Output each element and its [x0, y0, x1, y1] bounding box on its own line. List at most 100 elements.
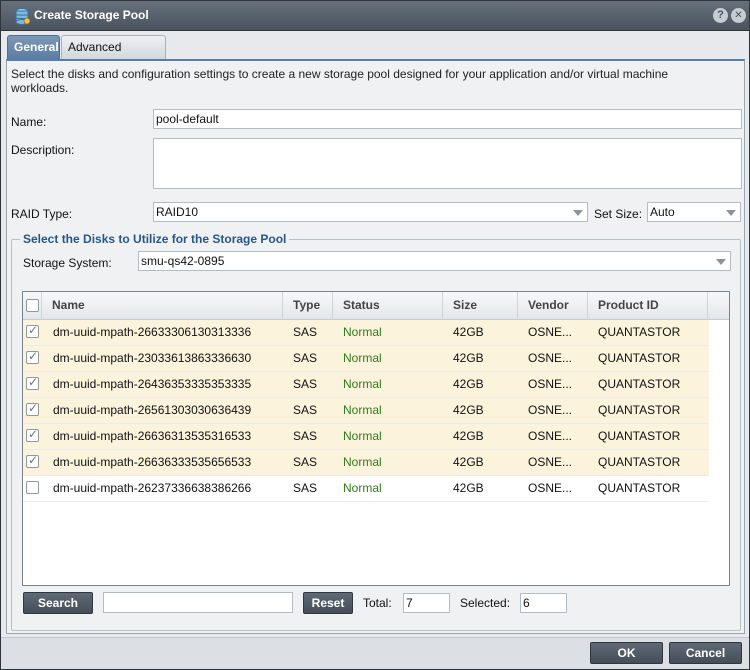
cell-product-id: QUANTASTOR [598, 325, 681, 339]
cell-type: SAS [293, 403, 318, 417]
intro-text: Select the disks and configuration setti… [11, 67, 669, 95]
selected-label: Selected: [460, 596, 511, 610]
cell-product-id: QUANTASTOR [598, 377, 681, 391]
create-storage-pool-dialog: Create Storage Pool ? ✕ General Advanced… [0, 0, 750, 670]
cell-type: SAS [293, 377, 318, 391]
row-checkbox[interactable] [26, 427, 39, 442]
cell-size: 42GB [453, 377, 484, 391]
cell-status: Normal [343, 429, 382, 443]
storage-system-select[interactable]: smu-qs42-0895 [138, 251, 731, 271]
cell-size: 42GB [453, 455, 484, 469]
cell-product-id: QUANTASTOR [598, 351, 681, 365]
cell-status: Normal [343, 351, 382, 365]
storage-system-value: smu-qs42-0895 [141, 254, 225, 268]
disk-grid: Name Type Status Size Vendor Product ID … [22, 291, 730, 586]
cell-name: dm-uuid-mpath-26636333535656533 [53, 455, 252, 469]
grid-header: Name Type Status Size Vendor Product ID [23, 292, 729, 320]
cell-status: Normal [343, 403, 382, 417]
cell-status: Normal [343, 377, 382, 391]
column-header-name[interactable]: Name [42, 292, 283, 320]
help-icon[interactable]: ? [713, 8, 728, 23]
total-label: Total: [363, 596, 392, 610]
cell-name: dm-uuid-mpath-26636313535316533 [53, 429, 252, 443]
search-button[interactable]: Search [23, 592, 93, 614]
cell-size: 42GB [453, 351, 484, 365]
dialog-footer: OK Cancel [1, 637, 749, 669]
cell-vendor: OSNE... [528, 403, 573, 417]
description-label: Description: [11, 143, 75, 157]
close-icon[interactable]: ✕ [731, 8, 746, 23]
cell-status: Normal [343, 325, 382, 339]
cell-vendor: OSNE... [528, 481, 573, 495]
row-checkbox[interactable] [26, 375, 39, 390]
storage-pool-icon [15, 8, 30, 25]
cell-status: Normal [343, 481, 382, 495]
column-header-vendor[interactable]: Vendor [518, 292, 588, 320]
title-bar[interactable]: Create Storage Pool ? ✕ [1, 1, 749, 31]
set-size-value: Auto [650, 205, 675, 219]
row-checkbox[interactable] [26, 453, 39, 468]
reset-button[interactable]: Reset [303, 592, 353, 614]
tab-advanced-settings[interactable]: Advanced Settings [61, 35, 166, 77]
general-panel: Select the disks and configuration setti… [6, 59, 745, 634]
cancel-button[interactable]: Cancel [669, 642, 742, 664]
set-size-label: Set Size: [594, 207, 643, 221]
raid-type-value: RAID10 [156, 205, 199, 219]
table-row[interactable]: dm-uuid-mpath-26237336638386266 SAS Norm… [23, 476, 709, 502]
description-field[interactable] [153, 138, 742, 189]
search-input[interactable] [103, 592, 293, 613]
table-row[interactable]: dm-uuid-mpath-23033613863336630 SAS Norm… [23, 346, 709, 372]
cell-type: SAS [293, 351, 318, 365]
storage-system-label: Storage System: [23, 256, 112, 270]
cell-product-id: QUANTASTOR [598, 455, 681, 469]
cell-name: dm-uuid-mpath-26633306130313336 [53, 325, 252, 339]
cell-vendor: OSNE... [528, 351, 573, 365]
table-row[interactable]: dm-uuid-mpath-26633306130313336 SAS Norm… [23, 320, 709, 346]
row-checkbox[interactable] [26, 401, 39, 416]
cell-size: 42GB [453, 325, 484, 339]
cell-product-id: QUANTASTOR [598, 481, 681, 495]
raid-type-label: RAID Type: [11, 207, 73, 221]
select-all-cell [23, 292, 42, 320]
set-size-select[interactable]: Auto [647, 202, 741, 222]
disk-selection-legend: Select the Disks to Utilize for the Stor… [20, 232, 290, 246]
column-header-type[interactable]: Type [283, 292, 333, 320]
dialog-title: Create Storage Pool [34, 8, 149, 22]
cell-size: 42GB [453, 403, 484, 417]
select-all-checkbox[interactable] [26, 299, 39, 312]
cell-vendor: OSNE... [528, 429, 573, 443]
cell-status: Normal [343, 455, 382, 469]
selected-field [520, 593, 567, 613]
cell-name: dm-uuid-mpath-26561303030636439 [53, 403, 252, 417]
ok-button[interactable]: OK [590, 642, 663, 664]
table-row[interactable]: dm-uuid-mpath-26561303030636439 SAS Norm… [23, 398, 709, 424]
row-checkbox[interactable] [26, 481, 39, 494]
column-header-status[interactable]: Status [333, 292, 443, 320]
cell-name: dm-uuid-mpath-26436353335353335 [53, 377, 252, 391]
table-row[interactable]: dm-uuid-mpath-26636313535316533 SAS Norm… [23, 424, 709, 450]
row-checkbox[interactable] [26, 323, 39, 338]
chevron-down-icon [573, 210, 583, 216]
cell-type: SAS [293, 455, 318, 469]
disk-selection-group: Select the Disks to Utilize for the Stor… [11, 232, 741, 631]
cell-size: 42GB [453, 429, 484, 443]
chevron-down-icon [716, 259, 726, 265]
table-row[interactable]: dm-uuid-mpath-26636333535656533 SAS Norm… [23, 450, 709, 476]
total-field [403, 593, 450, 613]
table-row[interactable]: dm-uuid-mpath-26436353335353335 SAS Norm… [23, 372, 709, 398]
cell-product-id: QUANTASTOR [598, 429, 681, 443]
row-checkbox[interactable] [26, 349, 39, 364]
cell-product-id: QUANTASTOR [598, 403, 681, 417]
tab-general[interactable]: General [7, 35, 60, 59]
raid-type-select[interactable]: RAID10 [153, 202, 588, 222]
name-label: Name: [11, 115, 47, 129]
cell-vendor: OSNE... [528, 325, 573, 339]
column-header-size[interactable]: Size [443, 292, 518, 320]
cell-type: SAS [293, 429, 318, 443]
cell-vendor: OSNE... [528, 455, 573, 469]
column-header-product-id[interactable]: Product ID [588, 292, 708, 320]
cell-vendor: OSNE... [528, 377, 573, 391]
cell-size: 42GB [453, 481, 484, 495]
name-field[interactable] [153, 109, 742, 129]
cell-type: SAS [293, 481, 318, 495]
